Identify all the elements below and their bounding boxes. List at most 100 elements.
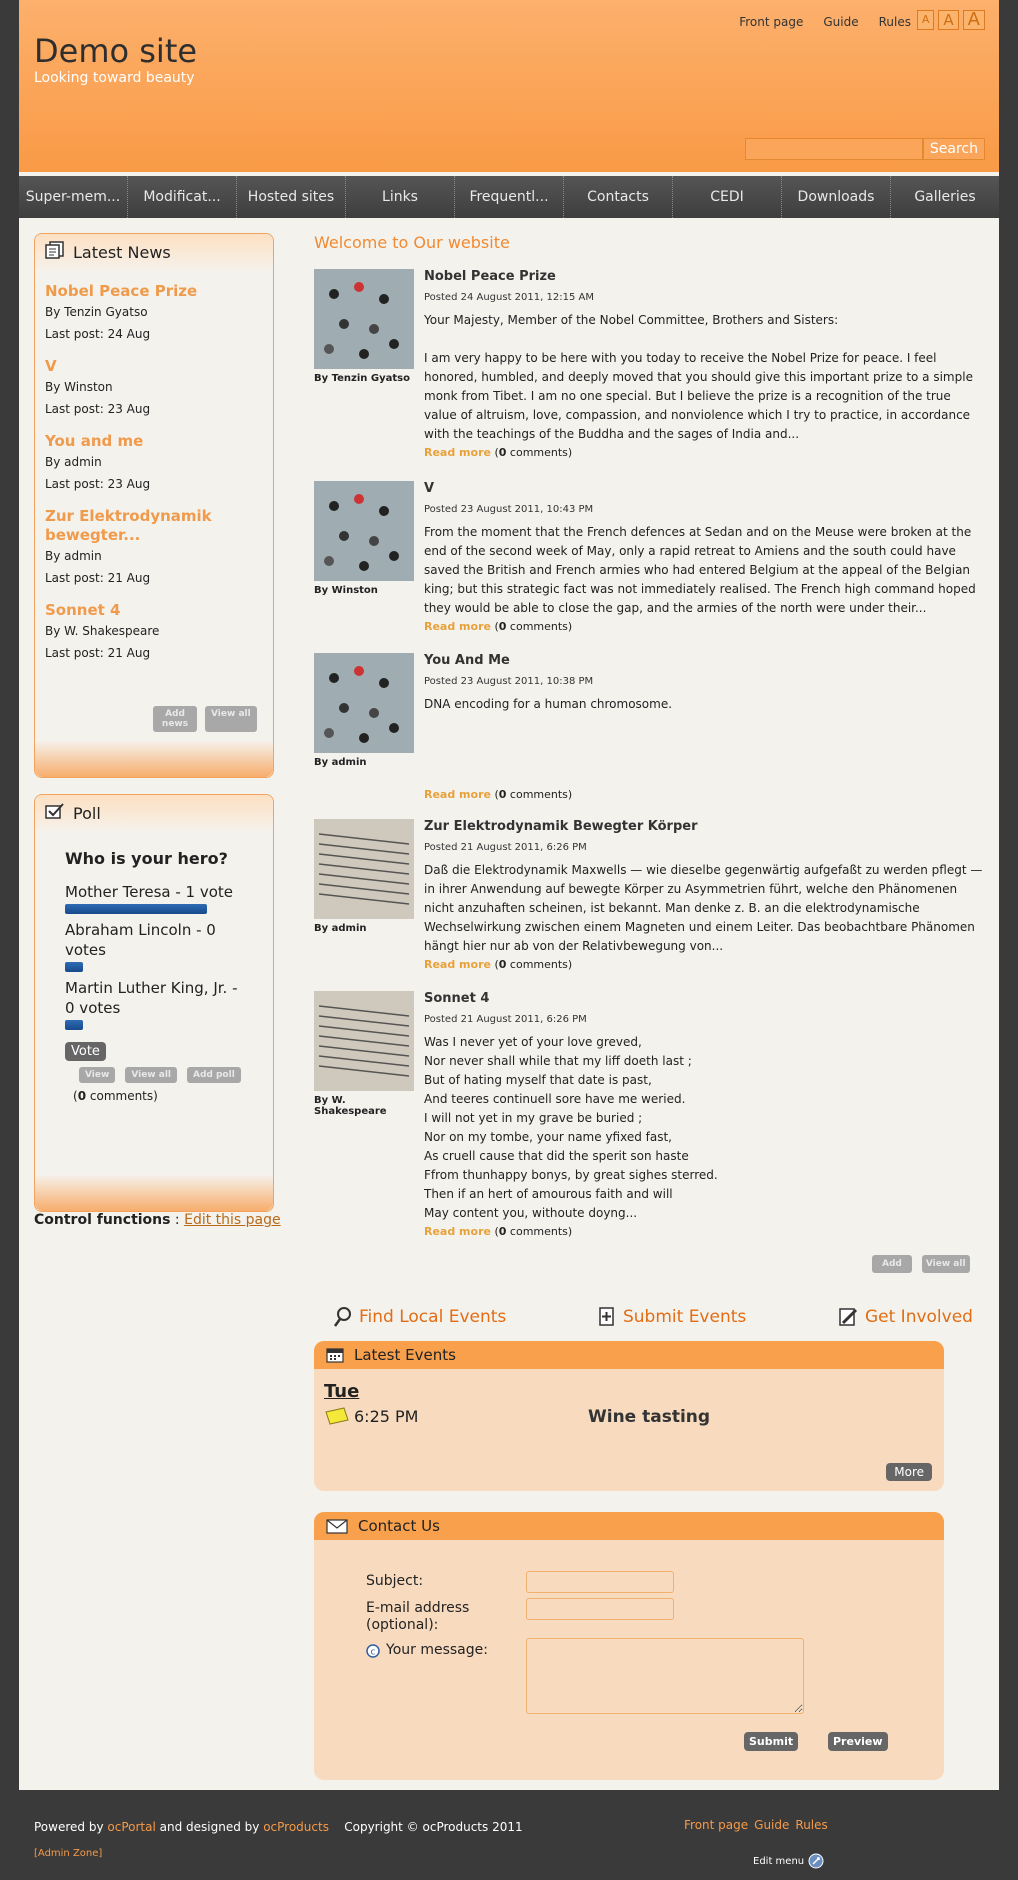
edit-this-page-link[interactable]: Edit this page <box>184 1212 281 1228</box>
read-more-link[interactable]: Read more <box>424 1225 491 1238</box>
post-title[interactable]: Sonnet 4 <box>424 991 984 1006</box>
subject-label: Subject: <box>366 1573 424 1589</box>
preview-button[interactable]: Preview <box>828 1732 888 1751</box>
news-actions: Add news View all <box>153 706 257 732</box>
poll-comments[interactable]: (0 comments) <box>73 1089 273 1103</box>
email-field[interactable] <box>526 1598 674 1620</box>
edit-menu-link[interactable]: Edit menu <box>753 1853 824 1869</box>
footer-link-front-page[interactable]: Front page <box>684 1818 748 1832</box>
poll-option-label: Mother Teresa - 1 vote <box>65 883 234 901</box>
search-button[interactable]: Search <box>922 138 985 160</box>
news-post: By Winston V Posted 23 August 2011, 10:4… <box>314 481 984 641</box>
post-author: By W. Shakespeare <box>314 1095 387 1117</box>
news-item-title[interactable]: Sonnet 4 <box>45 601 273 620</box>
read-more-link[interactable]: Read more <box>424 788 491 801</box>
message-label: Your message: <box>386 1642 488 1658</box>
post-date: Posted 23 August 2011, 10:38 PM <box>424 676 594 687</box>
vote-button[interactable]: Vote <box>65 1042 106 1061</box>
event-time-row: 6:25 PM <box>324 1406 418 1426</box>
ocportal-link[interactable]: ocPortal <box>107 1820 155 1834</box>
news-item: Nobel Peace Prize By Tenzin Gyatso Last … <box>35 282 273 345</box>
latest-events-title: Latest Events <box>354 1346 456 1364</box>
control-separator: : <box>170 1212 185 1228</box>
news-item: V By Winston Last post: 23 Aug <box>35 357 273 420</box>
top-link-front-page[interactable]: Front page <box>739 15 803 29</box>
crowd-thumbnail[interactable] <box>314 653 414 753</box>
get-involved-link[interactable]: Get Involved <box>837 1306 973 1328</box>
nav-item-galleries[interactable]: Galleries <box>891 176 999 218</box>
footer-link-rules[interactable]: Rules <box>795 1818 827 1832</box>
post-title[interactable]: Nobel Peace Prize <box>424 269 984 284</box>
news-item-title[interactable]: V <box>45 357 273 376</box>
email-label: E-mail address (optional): <box>366 1600 470 1633</box>
font-size-small-button[interactable]: A <box>916 10 935 30</box>
nav-item-super-members[interactable]: Super-mem... <box>19 176 128 218</box>
magnifier-icon <box>333 1307 351 1327</box>
ocproducts-link[interactable]: ocProducts <box>263 1820 329 1834</box>
footer-link-guide[interactable]: Guide <box>754 1818 789 1832</box>
contact-header: Contact Us <box>314 1512 944 1540</box>
nav-item-faq[interactable]: Frequentl... <box>455 176 564 218</box>
news-item-title[interactable]: You and me <box>45 432 273 451</box>
event-day[interactable]: Tue <box>324 1381 359 1402</box>
nav-item-hosted-sites[interactable]: Hosted sites <box>237 176 346 218</box>
more-events-button[interactable]: More <box>886 1463 932 1481</box>
crowd-thumbnail[interactable] <box>314 481 414 581</box>
posts-actions: Add View all <box>872 1255 970 1273</box>
comments-label: comments <box>509 620 568 633</box>
view-all-posts-button[interactable]: View all <box>921 1255 970 1273</box>
site-title[interactable]: Demo site <box>34 32 197 70</box>
view-all-polls-button[interactable]: View all <box>125 1067 177 1083</box>
view-poll-button[interactable]: View <box>79 1067 116 1083</box>
top-link-rules[interactable]: Rules <box>879 15 911 29</box>
post-title[interactable]: V <box>424 481 984 496</box>
nav-item-contacts[interactable]: Contacts <box>564 176 673 218</box>
nav-item-modifications[interactable]: Modificat... <box>128 176 237 218</box>
nav-item-downloads[interactable]: Downloads <box>782 176 891 218</box>
event-title[interactable]: Wine tasting <box>588 1407 710 1427</box>
read-more-link[interactable]: Read more <box>424 446 491 459</box>
news-item: Sonnet 4 By W. Shakespeare Last post: 21… <box>35 601 273 664</box>
read-more-link[interactable]: Read more <box>424 958 491 971</box>
comments-count: 0 <box>498 620 507 633</box>
post-title[interactable]: You And Me <box>424 653 984 668</box>
nav-item-links[interactable]: Links <box>346 176 455 218</box>
poll-option-bar <box>65 1020 83 1030</box>
poll-icon <box>45 803 65 823</box>
font-size-large-button[interactable]: A <box>962 10 985 30</box>
news-item-last-post: Last post: 21 Aug <box>45 646 151 660</box>
message-field[interactable] <box>526 1638 804 1714</box>
post-author: By admin <box>314 757 367 768</box>
comcode-icon[interactable]: c <box>366 1643 380 1658</box>
contact-title: Contact Us <box>358 1517 440 1535</box>
font-size-medium-button[interactable]: A <box>938 10 959 30</box>
top-link-guide[interactable]: Guide <box>823 15 858 29</box>
admin-zone-link[interactable]: [Admin Zone] <box>34 1848 102 1859</box>
news-item-title[interactable]: Nobel Peace Prize <box>45 282 273 301</box>
find-local-events-link[interactable]: Find Local Events <box>333 1306 506 1328</box>
post-title[interactable]: Zur Elektrodynamik Bewegter Körper <box>424 819 984 834</box>
submit-events-link[interactable]: Submit Events <box>597 1306 746 1328</box>
poll-option-label: Abraham Lincoln - 0 votes <box>65 921 216 959</box>
news-item-title[interactable]: Zur Elektrodynamik bewegter... <box>45 507 215 545</box>
read-more-link[interactable]: Read more <box>424 620 491 633</box>
search-input[interactable] <box>744 138 923 160</box>
subject-field[interactable] <box>526 1571 674 1593</box>
post-footer: Read more (0 comments) <box>424 958 573 971</box>
post-text: Was I never yet of your love greved, Nor… <box>424 1035 718 1220</box>
nav-item-cedi[interactable]: CEDI <box>673 176 782 218</box>
poll-option-label: Martin Luther King, Jr. - 0 votes <box>65 979 238 1017</box>
box-footer <box>35 1175 273 1211</box>
view-all-news-button[interactable]: View all <box>205 706 257 732</box>
contact-panel: Contact Us Subject: E-mail address (opti… <box>314 1512 944 1780</box>
add-document-icon <box>599 1307 614 1326</box>
add-post-button[interactable]: Add <box>872 1255 912 1273</box>
newspaper-thumbnail[interactable] <box>314 819 414 919</box>
add-news-button[interactable]: Add news <box>153 706 197 732</box>
crowd-thumbnail[interactable] <box>314 269 414 369</box>
newspaper-thumbnail[interactable] <box>314 991 414 1091</box>
submit-button[interactable]: Submit <box>744 1732 799 1751</box>
post-body: You And Me Posted 23 August 2011, 10:38 … <box>424 653 984 801</box>
add-poll-button[interactable]: Add poll <box>187 1067 241 1083</box>
news-item-last-post: Last post: 24 Aug <box>45 327 151 341</box>
